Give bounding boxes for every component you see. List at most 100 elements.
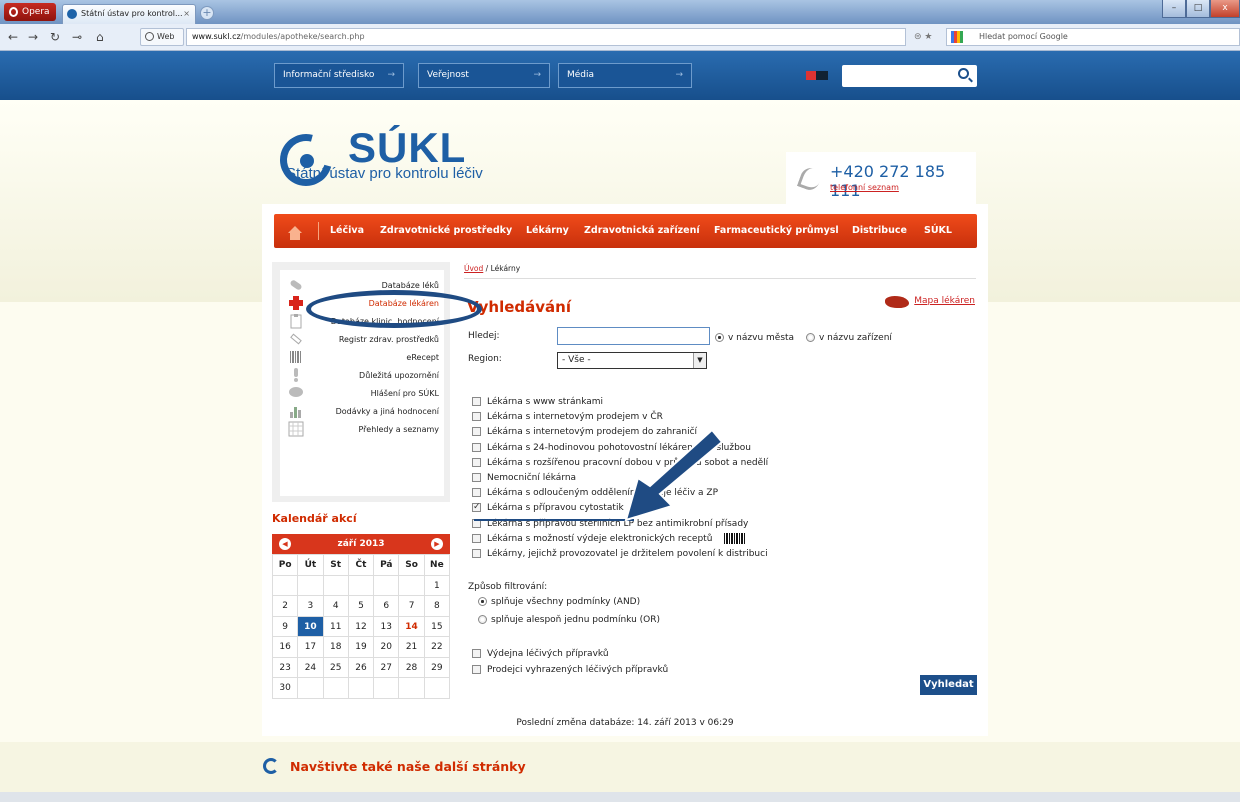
close-window-button[interactable]: x (1210, 0, 1240, 18)
region-select[interactable]: - Vše - ▼ (557, 352, 707, 369)
menu-item-leciva[interactable]: Léčiva (330, 214, 364, 248)
menu-item-sukl[interactable]: SÚKL (924, 214, 952, 248)
calendar-day[interactable]: 21 (399, 637, 425, 658)
checkbox[interactable] (472, 457, 481, 467)
calendar-day[interactable]: 1 (424, 575, 450, 596)
sidebar-item-prehledy[interactable]: Přehledy a seznamy (280, 418, 444, 442)
calendar-day[interactable]: 10 (298, 616, 324, 637)
forward-icon[interactable]: → (28, 31, 38, 43)
checkbox-option[interactable]: Výdejna léčivých přípravků (472, 648, 609, 660)
checkbox[interactable] (472, 664, 481, 674)
calendar-day[interactable]: 18 (323, 637, 349, 658)
maximize-button[interactable]: □ (1186, 0, 1210, 18)
search-input[interactable] (557, 327, 710, 345)
calendar-day[interactable]: 30 (273, 678, 299, 699)
checkbox-checked[interactable] (472, 501, 481, 513)
home-icon[interactable] (288, 226, 302, 240)
filter-or-option[interactable]: splňuje alespoň jednu podmínku (OR) (478, 615, 660, 625)
new-tab-button[interactable]: + (200, 6, 214, 20)
calendar-day[interactable]: 17 (298, 637, 324, 658)
phone-directory-link[interactable]: telefonní seznam (830, 183, 899, 192)
checkbox-option[interactable]: Lékárna s možností výdeje elektronických… (472, 532, 747, 545)
reload-icon[interactable]: ↻ (50, 31, 60, 43)
search-icon[interactable] (958, 68, 969, 79)
home-icon[interactable]: ⌂ (96, 31, 104, 43)
checkbox-option[interactable]: Prodejci vyhrazených léčivých přípravků (472, 664, 668, 676)
prev-month-icon[interactable]: ◀ (279, 538, 291, 550)
menu-item-lekarny[interactable]: Lékárny (526, 214, 569, 248)
calendar-day[interactable]: 28 (399, 657, 425, 678)
checkbox-option[interactable]: Lékárny, jejichž provozovatel je držitel… (472, 548, 768, 560)
calendar-day[interactable]: 2 (273, 596, 299, 617)
calendar-day[interactable]: 27 (374, 657, 400, 678)
radio-button[interactable] (478, 615, 487, 624)
tab-close-icon[interactable]: × (183, 5, 190, 23)
calendar-day[interactable]: 13 (374, 616, 400, 637)
dropdown-arrow-icon[interactable]: ▼ (693, 353, 706, 368)
checkbox-option[interactable]: Lékárna s internetovým prodejem v ČR (472, 411, 663, 423)
checkbox[interactable] (472, 412, 481, 422)
topnav-informacni-stredisko[interactable]: Informační středisko → (274, 63, 404, 88)
checkbox[interactable] (472, 649, 481, 658)
web-security-badge[interactable]: Web (140, 28, 184, 46)
checkbox[interactable] (472, 473, 481, 482)
google-search-field[interactable]: Hledat pomocí Google (946, 28, 1240, 46)
radio-city[interactable]: v názvu města (715, 333, 794, 343)
checkbox-option[interactable]: Lékárna s www stránkami (472, 396, 603, 408)
filter-and-option[interactable]: splňuje všechny podmínky (AND) (478, 597, 640, 607)
calendar-day[interactable]: 25 (323, 657, 349, 678)
breadcrumb-home-link[interactable]: Úvod (464, 264, 483, 273)
pharmacy-map-link[interactable]: Mapa lékáren (914, 296, 975, 306)
back-icon[interactable]: ← (8, 31, 18, 43)
calendar-day[interactable]: 7 (399, 596, 425, 617)
checkbox[interactable] (472, 442, 481, 452)
search-submit-button[interactable]: Vyhledat (920, 675, 977, 695)
calendar-day[interactable]: 16 (273, 637, 299, 658)
calendar-day[interactable]: 5 (348, 596, 375, 617)
browser-tab[interactable]: Státní ústav pro kontrol... × (62, 4, 196, 24)
language-flags-icon[interactable] (806, 71, 828, 80)
calendar-day[interactable]: 12 (348, 616, 375, 637)
menu-item-distribuce[interactable]: Distribuce (852, 214, 907, 248)
topnav-verejnost[interactable]: Veřejnost → (418, 63, 550, 88)
topnav-media[interactable]: Média → (558, 63, 692, 88)
calendar-day[interactable]: 15 (424, 616, 450, 637)
checkbox[interactable] (472, 488, 481, 498)
checkbox[interactable] (472, 533, 481, 543)
key-icon[interactable]: ⊸ (72, 31, 82, 43)
opera-menu-button[interactable]: Opera (4, 3, 56, 21)
calendar-day[interactable]: 19 (348, 637, 375, 658)
calendar-day[interactable]: 14 (399, 616, 425, 637)
menu-item-farmaceuticky-prumysl[interactable]: Farmaceutický průmysl (714, 214, 839, 248)
radio-facility[interactable]: v názvu zařízení (806, 333, 892, 343)
calendar-day[interactable]: 20 (374, 637, 400, 658)
calendar-day[interactable]: 26 (348, 657, 375, 678)
next-month-icon[interactable]: ▶ (431, 538, 443, 550)
rss-star-icon[interactable]: ⊜ ★ (914, 32, 932, 42)
menu-item-zdravotnicka-zarizeni[interactable]: Zdravotnická zařízení (584, 214, 700, 248)
calendar-day[interactable]: 8 (424, 596, 450, 617)
footer-other-sites[interactable]: Navštivte také naše další stránky (290, 759, 526, 774)
calendar-day[interactable]: 24 (298, 657, 324, 678)
calendar-day[interactable]: 6 (374, 596, 400, 617)
calendar-day[interactable]: 4 (323, 596, 349, 617)
calendar-day-of-week: Út (298, 555, 324, 576)
url-field[interactable]: www.sukl.cz/modules/apotheke/search.php (186, 28, 906, 46)
menu-item-zdravotnicke-prostredky[interactable]: Zdravotnické prostředky (380, 214, 512, 248)
czech-map-icon[interactable] (885, 296, 909, 308)
calendar-day[interactable]: 9 (273, 616, 299, 637)
checkbox[interactable] (472, 397, 481, 406)
calendar-day[interactable]: 3 (298, 596, 324, 617)
radio-button[interactable] (806, 333, 815, 342)
minimize-button[interactable]: – (1162, 0, 1186, 18)
calendar-day[interactable]: 22 (424, 637, 450, 658)
calendar-day[interactable]: 23 (273, 657, 299, 678)
calendar-day[interactable]: 11 (323, 616, 349, 637)
calendar-day[interactable]: 29 (424, 657, 450, 678)
checkbox[interactable] (472, 549, 481, 558)
radio-button-selected[interactable] (478, 597, 487, 606)
radio-button-selected[interactable] (715, 333, 724, 342)
site-search-input[interactable] (842, 65, 977, 87)
checkbox[interactable] (472, 427, 481, 437)
checkbox-option[interactable]: Nemocniční lékárna (472, 472, 576, 484)
